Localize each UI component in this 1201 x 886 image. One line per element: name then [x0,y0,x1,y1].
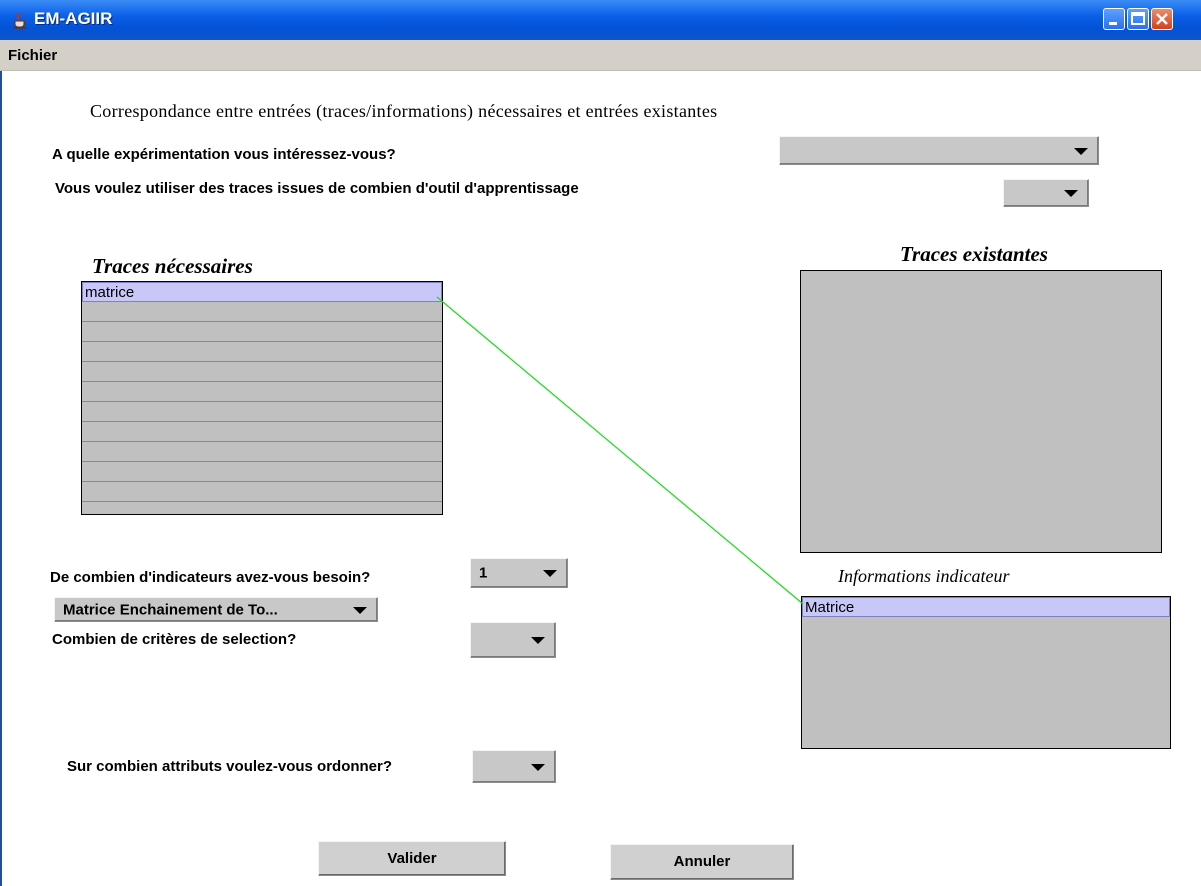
minimize-button[interactable] [1103,8,1125,30]
informations-indicateur-list[interactable]: Matrice [801,596,1171,749]
indicateur-type-dropdown[interactable]: Matrice Enchainement de To... [54,597,378,622]
page-title: Correspondance entre entrées (traces/inf… [90,101,718,121]
list-item-empty[interactable] [82,422,442,442]
chevron-down-icon [353,606,367,614]
chevron-down-icon [1074,147,1088,155]
attributs-label: Sur combien attributs voulez-vous ordonn… [67,758,393,775]
criteres-dropdown[interactable] [470,622,556,658]
list-item-empty[interactable] [82,462,442,482]
menu-fichier[interactable]: Fichier [8,47,57,64]
list-item[interactable]: matrice [82,282,442,302]
list-item-empty[interactable] [82,382,442,402]
indicateurs-value: 1 [479,564,488,582]
outils-label: Vous voulez utiliser des traces issues d… [55,180,579,197]
maximize-icon [1131,12,1145,25]
chevron-down-icon [531,637,545,644]
java-cup-icon [13,12,26,29]
traces-existantes-title: Traces existantes [900,242,1048,266]
list-item-empty[interactable] [82,442,442,462]
close-icon [1156,13,1168,25]
traces-necessaires-list[interactable]: matrice [81,281,443,515]
chevron-down-icon [1064,190,1078,197]
list-item-empty[interactable] [82,342,442,362]
indicateurs-dropdown[interactable]: 1 [470,558,568,588]
window-title: EM-AGIIR [34,9,113,28]
indicateur-type-value: Matrice Enchainement de To... [63,601,278,618]
experimentation-dropdown[interactable] [779,136,1099,165]
close-button[interactable] [1151,8,1173,30]
attributs-dropdown[interactable] [472,750,556,783]
list-item-empty[interactable] [82,322,442,342]
maximize-button[interactable] [1127,8,1149,30]
experimentation-label: A quelle expérimentation vous intéressez… [52,146,396,163]
list-item-empty[interactable] [82,302,442,322]
minimize-icon [1109,22,1117,25]
list-item-empty[interactable] [82,362,442,382]
window-left-border [0,71,6,886]
criteres-label: Combien de critères de selection? [52,631,297,648]
list-item[interactable]: Matrice [802,597,1170,617]
outils-dropdown[interactable] [1003,179,1089,207]
informations-indicateur-title: Informations indicateur [838,566,1010,586]
chevron-down-icon [543,570,557,577]
traces-existantes-list[interactable] [800,270,1162,553]
traces-necessaires-title: Traces nécessaires [92,254,253,278]
list-item-empty[interactable] [82,402,442,422]
chevron-down-icon [531,763,545,771]
valider-button[interactable]: Valider [318,841,506,876]
annuler-button[interactable]: Annuler [610,844,794,880]
title-bar[interactable]: EM-AGIIR [0,0,1201,41]
indicateurs-label: De combien d'indicateurs avez-vous besoi… [50,569,371,586]
list-item-empty[interactable] [82,482,442,502]
menu-bar: Fichier [0,40,1201,71]
